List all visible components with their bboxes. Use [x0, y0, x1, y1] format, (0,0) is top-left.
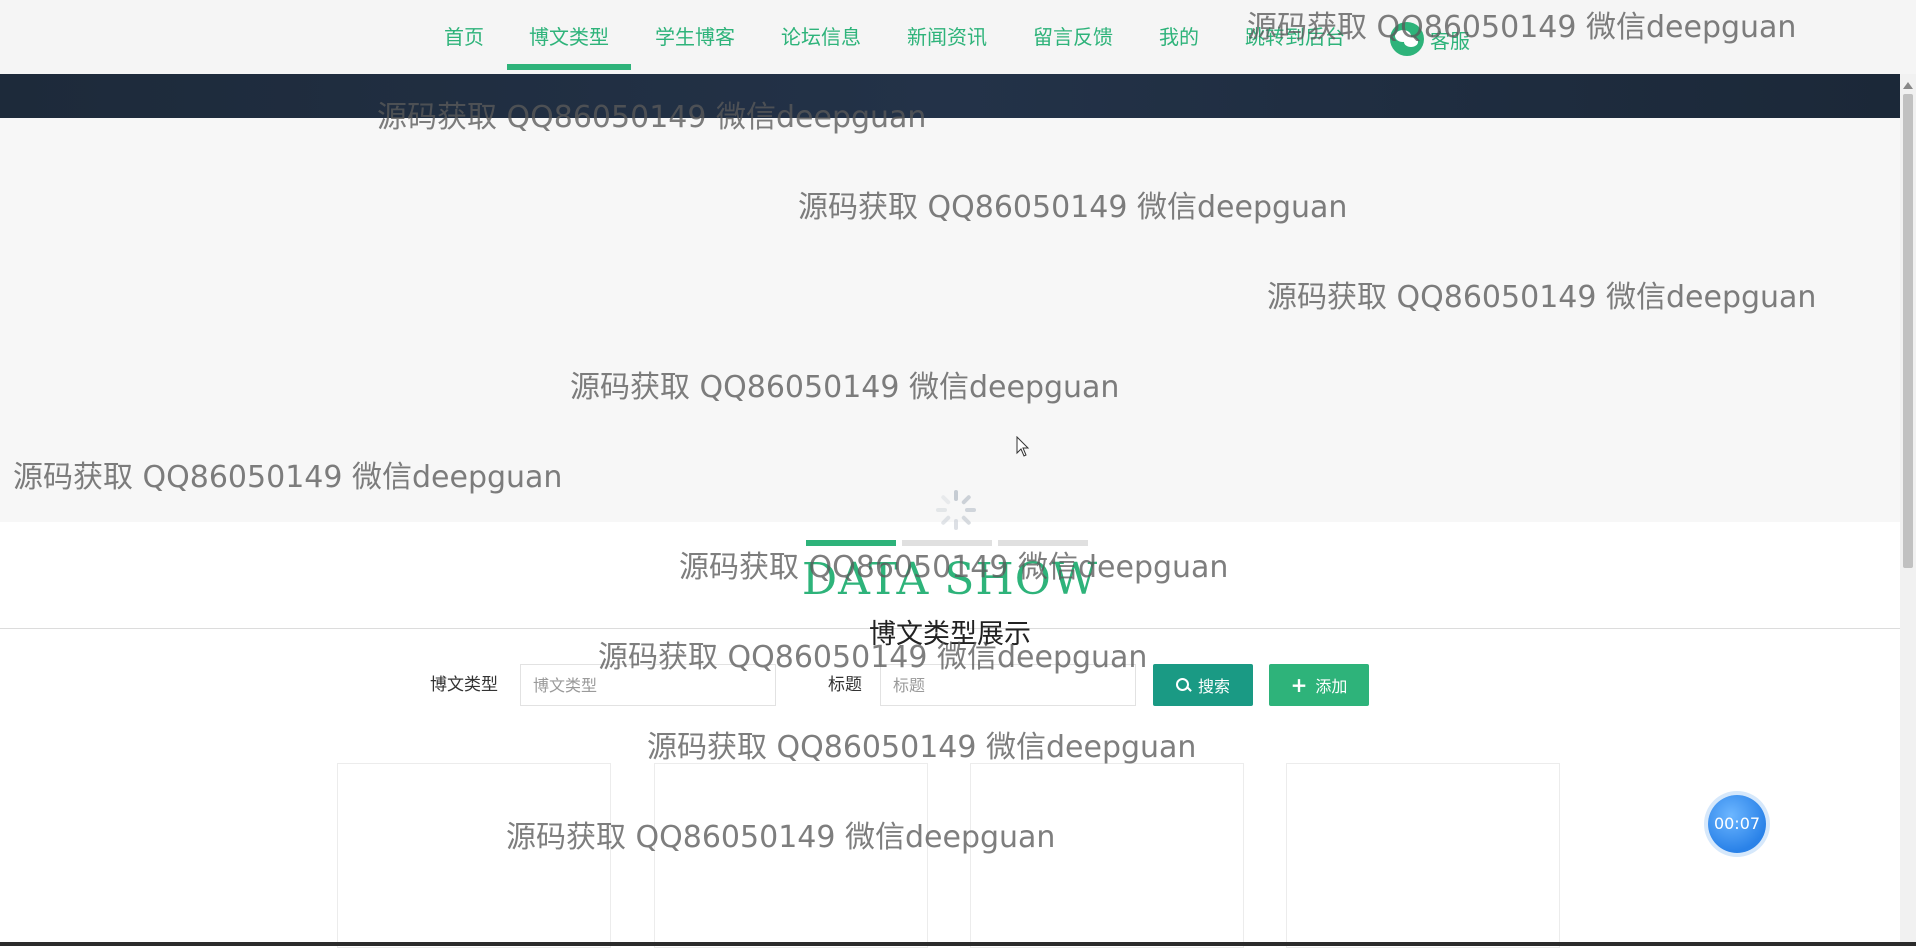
title-input[interactable] — [880, 664, 1136, 706]
watermark-text: 源码获取 QQ86050149 微信deepguan — [647, 730, 1197, 765]
title-label: 标题 — [828, 675, 862, 695]
nav-item-news[interactable]: 新闻资讯 — [907, 0, 987, 74]
banner-image — [0, 74, 1900, 118]
nav-item-blog-type[interactable]: 博文类型 — [507, 0, 631, 74]
search-button-label: 搜索 — [1197, 677, 1230, 696]
page-scrollbar[interactable] — [1900, 74, 1916, 946]
top-navigation: 首页 博文类型 学生博客 论坛信息 新闻资讯 留言反馈 我的 跳转到后台 客服 — [0, 0, 1916, 75]
nav-item-student-blog[interactable]: 学生博客 — [655, 0, 735, 74]
nav-item-mine[interactable]: 我的 — [1159, 0, 1199, 74]
add-button-label: 添加 — [1315, 677, 1348, 696]
list-item[interactable] — [970, 763, 1244, 948]
search-button[interactable]: 搜索 — [1153, 664, 1253, 706]
nav-item-home[interactable]: 首页 — [444, 0, 484, 74]
carousel-dot-2[interactable] — [902, 540, 992, 546]
loading-spinner-icon — [936, 490, 976, 530]
add-button[interactable]: + 添加 — [1269, 664, 1369, 706]
list-item[interactable] — [654, 763, 928, 948]
hero-carousel — [0, 118, 1900, 522]
section-title: DATA SHOW — [801, 554, 1099, 605]
carousel-dot-1[interactable] — [806, 540, 896, 546]
list-item[interactable] — [1286, 763, 1560, 948]
taskbar-edge — [0, 942, 1916, 946]
scrollbar-thumb[interactable] — [1903, 94, 1913, 568]
nav-item-forum[interactable]: 论坛信息 — [781, 0, 861, 74]
section-subtitle: 博文类型展示 — [869, 619, 1031, 650]
nav-item-admin[interactable]: 跳转到后台 — [1245, 0, 1345, 74]
carousel-indicators — [0, 540, 1900, 546]
customer-service-label: 客服 — [1430, 28, 1470, 53]
blog-type-input[interactable] — [520, 664, 776, 706]
customer-service-button[interactable]: 客服 — [1390, 22, 1470, 56]
plus-icon: + — [1290, 673, 1308, 697]
scroll-up-arrow-icon[interactable] — [1903, 82, 1913, 89]
wechat-icon — [1390, 22, 1424, 56]
search-icon — [1175, 678, 1190, 692]
carousel-dot-3[interactable] — [998, 540, 1088, 546]
blog-type-label: 博文类型 — [430, 675, 498, 695]
list-item[interactable] — [337, 763, 611, 948]
nav-item-feedback[interactable]: 留言反馈 — [1033, 0, 1113, 74]
floating-timer-badge[interactable]: 00:07 — [1708, 795, 1766, 853]
